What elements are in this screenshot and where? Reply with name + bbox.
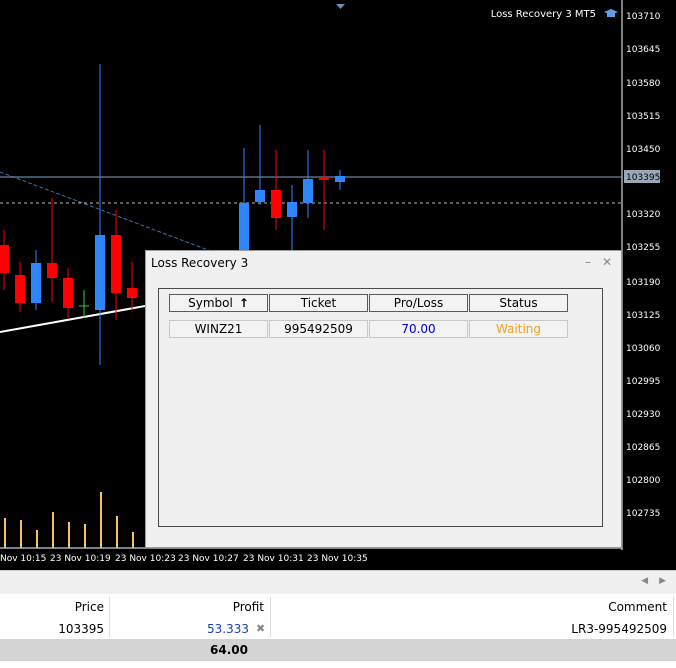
price-label: 103710 — [626, 12, 661, 22]
trend-line-white — [0, 305, 146, 333]
trade-profit: 53.333 — [207, 622, 249, 636]
price-label: 102800 — [626, 476, 661, 486]
close-position-icon[interactable]: ✖ — [256, 619, 265, 639]
price-label: 103580 — [626, 79, 661, 89]
price-label: 103645 — [626, 45, 660, 55]
trade-table: Price Profit Comment 103395 53.333 ✖ LR3… — [0, 597, 676, 668]
scroll-right-icon[interactable]: ▶ — [659, 576, 666, 586]
price-label: 103255 — [626, 243, 660, 253]
cell-profit[interactable]: 70.00 — [369, 320, 468, 338]
minimize-icon[interactable]: – — [581, 255, 595, 269]
dialog-title[interactable]: Loss Recovery 3 — [151, 256, 248, 270]
current-price-label: 103395 — [626, 173, 660, 183]
price-label: 103125 — [626, 311, 660, 321]
chart-title: Loss Recovery 3 MT5 — [490, 9, 596, 20]
arrow-up-icon: ↑ — [238, 296, 249, 310]
price-label: 103450 — [626, 145, 661, 155]
price-chart[interactable]: 103710 103645 103580 103515 103450 10339… — [0, 0, 676, 570]
cell-symbol[interactable]: WINZ21 — [169, 320, 268, 338]
column-divider — [270, 597, 271, 637]
time-label: 23 Nov 10:35 — [307, 554, 368, 564]
cell-ticket[interactable]: 995492509 — [269, 320, 368, 338]
total-bar: 64.00 — [0, 639, 676, 661]
trades-grid: Symbol ↑ Ticket Pro/Loss Status WINZ21 99… — [158, 288, 603, 527]
column-divider — [673, 597, 674, 637]
column-divider — [109, 597, 110, 637]
time-label: 23 Nov 10:31 — [243, 554, 304, 564]
header-status[interactable]: Status — [469, 294, 568, 312]
header-comment[interactable]: Comment — [608, 597, 667, 617]
volume-bars — [4, 492, 134, 548]
price-label: 103515 — [626, 112, 660, 122]
price-label: 102930 — [626, 410, 661, 420]
time-label: Nov 10:15 — [0, 554, 46, 564]
price-label: 102735 — [626, 509, 660, 519]
header-ticket[interactable]: Ticket — [269, 294, 368, 312]
header-price[interactable]: Price — [75, 597, 104, 617]
trade-price: 103395 — [58, 622, 104, 636]
time-label: 23 Nov 10:23 — [115, 554, 176, 564]
loss-recovery-dialog[interactable]: Loss Recovery 3 – ✕ Symbol ↑ Ticket Pro/L… — [145, 250, 622, 548]
time-label: 23 Nov 10:19 — [50, 554, 111, 564]
header-profit[interactable]: Profit — [233, 597, 264, 617]
header-pro-loss[interactable]: Pro/Loss — [369, 294, 468, 312]
time-label: 23 Nov 10:27 — [178, 554, 239, 564]
close-icon[interactable]: ✕ — [600, 255, 614, 269]
scroll-left-icon[interactable]: ◀ — [641, 576, 648, 586]
chart-shift-marker — [336, 4, 345, 9]
price-label: 103190 — [626, 278, 661, 288]
cell-status[interactable]: Waiting — [469, 320, 568, 338]
price-label: 103320 — [626, 210, 661, 220]
price-label: 103060 — [626, 344, 661, 354]
price-label: 102865 — [626, 443, 660, 453]
header-symbol-label: Symbol — [188, 296, 233, 310]
price-label: 102995 — [626, 377, 660, 387]
header-symbol[interactable]: Symbol ↑ — [169, 294, 268, 312]
price-scale: 103710 103645 103580 103515 103450 10339… — [624, 12, 661, 519]
time-scale: Nov 10:15 23 Nov 10:19 23 Nov 10:23 23 N… — [0, 554, 368, 564]
chart-tabs-bar: ◀ ▶ — [0, 570, 676, 594]
graduation-cap-icon[interactable] — [604, 8, 618, 20]
trade-comment: LR3-995492509 — [571, 622, 667, 636]
total-profit: 64.00 — [210, 643, 248, 657]
